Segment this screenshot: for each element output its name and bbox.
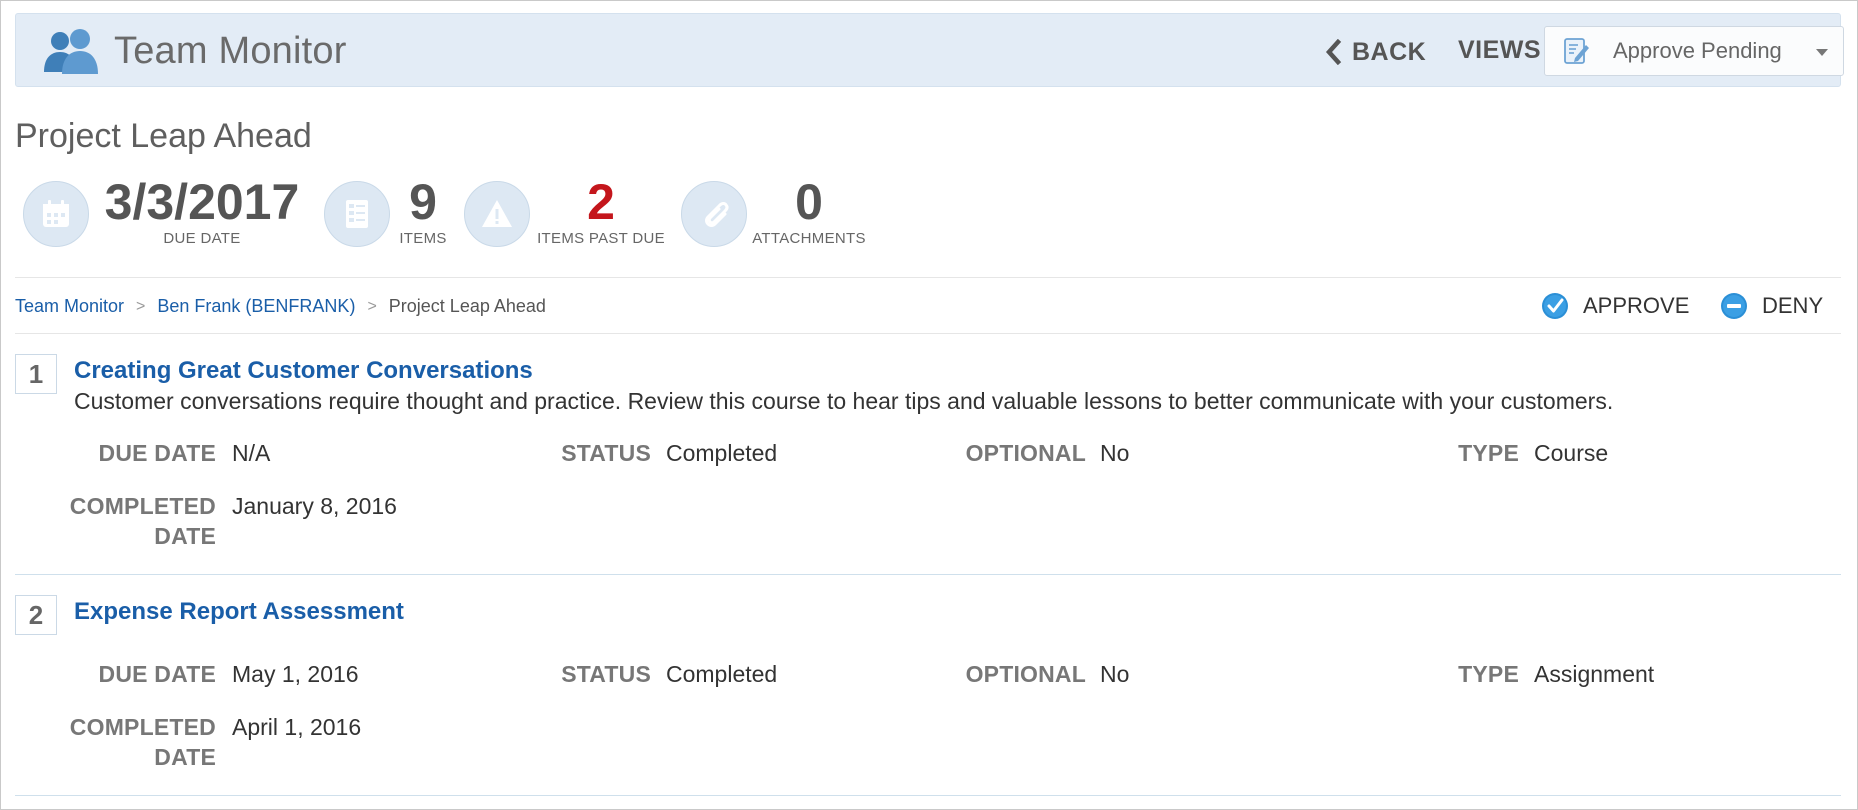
item-description: Customer conversations require thought a… [74,388,1614,414]
completed-date-value: January 8, 2016 [232,493,397,519]
views-dropdown[interactable]: Approve Pending [1544,26,1844,76]
completed-date-label-line1: COMPLETED [69,493,216,519]
completed-date-value: April 1, 2016 [232,714,362,740]
due-date-value: 3/3/2017 [104,174,300,230]
item-number-badge: 1 [15,354,57,394]
type-value: Assignment [1534,661,1655,687]
breadcrumb-user[interactable]: Ben Frank (BENFRANK) [157,296,355,317]
team-icon [44,29,98,74]
project-title: Project Leap Ahead [15,117,312,155]
item-title-link[interactable]: Expense Report Assessment [74,598,404,626]
due-date-label: DUE DATE [98,661,216,687]
page-frame: Team Monitor BACK VIEWS Approve Pending … [0,0,1858,810]
minus-circle-icon [1721,293,1747,319]
optional-label: OPTIONAL [965,440,1086,466]
items-count-value: 9 [409,174,437,230]
item-number-badge: 2 [15,595,57,635]
due-date-value: N/A [232,440,271,466]
attachments-label: ATTACHMENTS [752,230,866,247]
item-title-link[interactable]: Creating Great Customer Conversations [74,357,533,385]
approve-label: APPROVE [1583,293,1690,318]
back-button[interactable]: BACK [1324,36,1426,68]
approve-button[interactable]: APPROVE [1541,291,1689,321]
breadcrumb-team-monitor[interactable]: Team Monitor [15,296,124,317]
status-label: STATUS [561,440,651,466]
warning-icon [464,181,530,247]
items-count-label: ITEMS [399,230,447,247]
divider [15,277,1841,278]
breadcrumb-separator: > [136,297,146,315]
type-value: Course [1534,440,1609,466]
breadcrumb-current: Project Leap Ahead [388,296,546,316]
due-date-label: DUE DATE [163,230,241,247]
deny-label: DENY [1762,293,1824,318]
type-label: TYPE [1458,661,1519,687]
calendar-icon [23,181,89,247]
views-selected-value: Approve Pending [1613,38,1782,63]
deny-button[interactable]: DENY [1720,291,1823,321]
divider [15,333,1841,334]
app-title: Team Monitor [114,30,347,72]
edit-document-icon [1564,38,1589,64]
type-label: TYPE [1458,440,1519,466]
completed-date-label-line1: COMPLETED [69,714,216,740]
optional-value: No [1100,661,1130,687]
breadcrumb: Team Monitor > Ben Frank (BENFRANK) > Pr… [15,296,546,317]
status-label: STATUS [561,661,651,687]
optional-value: No [1100,440,1130,466]
past-due-value: 2 [587,174,615,230]
chevron-down-icon [1816,49,1828,56]
status-value: Completed [666,661,778,687]
completed-date-label-line2: DATE [154,744,216,770]
breadcrumb-separator: > [367,297,377,315]
item-divider [15,574,1841,575]
due-date-value: May 1, 2016 [232,661,359,687]
check-circle-icon [1542,293,1568,319]
chevron-left-icon [1325,39,1342,65]
due-date-label: DUE DATE [98,440,216,466]
status-value: Completed [666,440,778,466]
attachments-value: 0 [795,174,823,230]
completed-date-label-line2: DATE [154,523,216,549]
checklist-icon [324,181,390,247]
item-divider [15,795,1841,796]
paperclip-icon [681,181,747,247]
past-due-label: ITEMS PAST DUE [537,230,665,247]
back-label: BACK [1352,37,1427,66]
views-label: VIEWS [1458,36,1542,64]
optional-label: OPTIONAL [965,661,1086,687]
header-bar: Team Monitor BACK VIEWS Approve Pending [15,13,1844,87]
